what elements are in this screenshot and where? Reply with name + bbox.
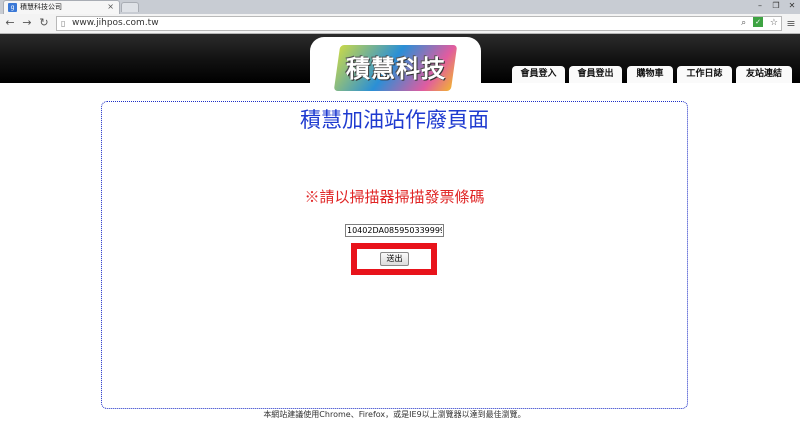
page-title: 積慧加油站作廢頁面 bbox=[300, 108, 489, 132]
logo[interactable]: 積慧科技 bbox=[310, 37, 481, 97]
submit-button[interactable]: 送出 bbox=[380, 252, 409, 266]
reload-icon[interactable]: ↻ bbox=[37, 16, 51, 30]
restore-icon[interactable]: ❐ bbox=[768, 0, 784, 12]
invoice-barcode-input[interactable] bbox=[345, 224, 444, 237]
site-favicon-icon: g bbox=[8, 3, 17, 12]
browser-toolbar: ← → ↻ ▯ www.jihpos.com.tw ⌕ ✓ ☆ ≡ bbox=[0, 14, 800, 34]
nav-tab-partner-links[interactable]: 友站連結 bbox=[736, 66, 792, 83]
browser-tab[interactable]: g 積慧科技公司 × bbox=[3, 0, 120, 14]
url-text: www.jihpos.com.tw bbox=[72, 18, 159, 28]
star-icon[interactable]: ☆ bbox=[770, 18, 778, 28]
magnifier-icon[interactable]: ⌕ bbox=[741, 18, 746, 28]
nav-tab-shopping-cart[interactable]: 購物車 bbox=[627, 66, 673, 83]
browser-recommendation-note: 本網站建議使用Chrome、Firefox，或是IE9以上瀏覽器以達到最佳瀏覽。 bbox=[263, 410, 526, 419]
nav-tab-work-log[interactable]: 工作日誌 bbox=[677, 66, 732, 83]
scan-instruction: ※請以掃描器掃描發票條碼 bbox=[304, 188, 485, 206]
extension-icon[interactable]: ✓ bbox=[753, 16, 764, 27]
hamburger-menu-icon[interactable]: ≡ bbox=[785, 17, 797, 30]
nav-tab-member-logout[interactable]: 會員登出 bbox=[569, 66, 622, 83]
minimize-icon[interactable]: – bbox=[752, 0, 768, 12]
tab-title: 積慧科技公司 bbox=[20, 3, 62, 11]
tab-close-icon[interactable]: × bbox=[107, 1, 114, 13]
page-icon: ▯ bbox=[61, 19, 66, 28]
close-window-icon[interactable]: ✕ bbox=[784, 0, 800, 12]
browser-tabstrip: g 積慧科技公司 × – ❐ ✕ bbox=[0, 0, 800, 14]
new-tab-button[interactable] bbox=[121, 2, 139, 12]
nav-tab-member-login[interactable]: 會員登入 bbox=[512, 66, 565, 83]
forward-arrow-icon[interactable]: → bbox=[20, 16, 34, 30]
logo-text: 積慧科技 bbox=[346, 55, 446, 83]
address-bar[interactable]: ▯ www.jihpos.com.tw ⌕ ✓ ☆ bbox=[56, 16, 782, 31]
back-arrow-icon[interactable]: ← bbox=[3, 16, 17, 30]
